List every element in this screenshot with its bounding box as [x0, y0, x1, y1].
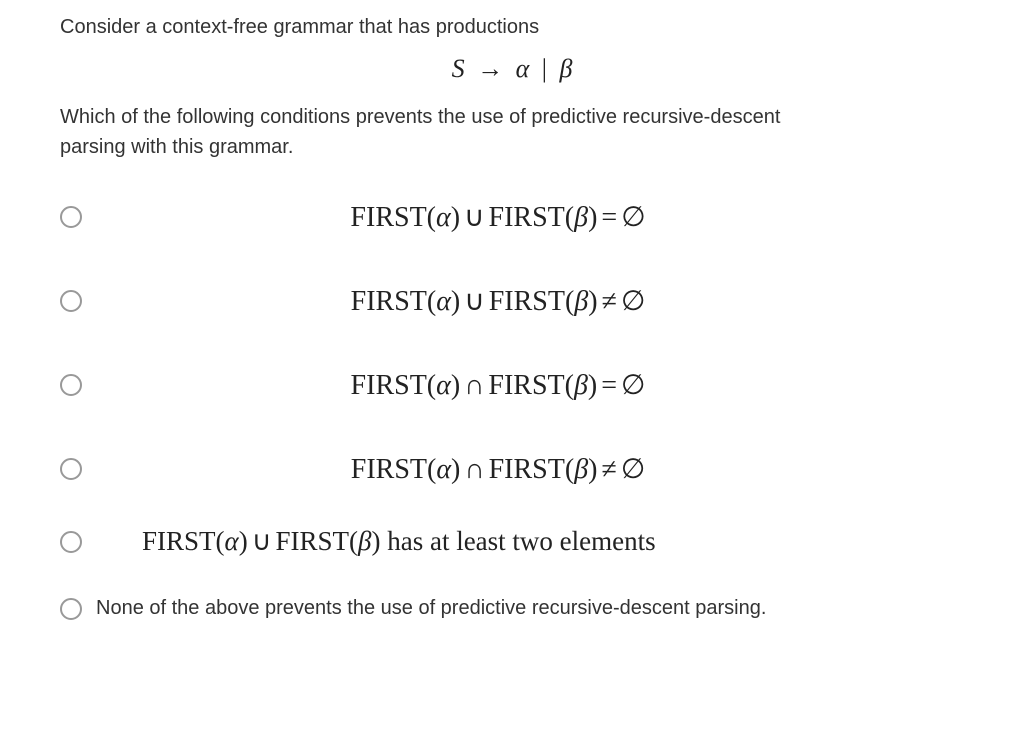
- radio-icon[interactable]: [60, 458, 82, 480]
- option-b[interactable]: FIRST(α)∪FIRST(β)≠∅: [60, 284, 964, 318]
- option-d-text: FIRST(α)∩FIRST(β)≠∅: [82, 452, 964, 486]
- option-c[interactable]: FIRST(α)∩FIRST(β)=∅: [60, 368, 964, 402]
- option-f-text: None of the above prevents the use of pr…: [96, 597, 766, 620]
- equals-op: =: [597, 202, 621, 233]
- radio-icon[interactable]: [60, 598, 82, 620]
- option-e-tail: has at least two elements: [380, 526, 655, 556]
- beta-var: β: [574, 454, 588, 485]
- radio-icon[interactable]: [60, 531, 82, 553]
- intersect-op: ∩: [460, 454, 488, 485]
- union-op: ∪: [248, 526, 276, 556]
- option-c-text: FIRST(α)∩FIRST(β)=∅: [82, 368, 964, 402]
- production-rhs2: β: [559, 54, 572, 83]
- first-func: FIRST: [351, 454, 427, 485]
- first-func: FIRST: [489, 454, 565, 485]
- empty-set: ∅: [621, 286, 645, 317]
- union-op: ∪: [460, 286, 489, 317]
- option-a[interactable]: FIRST(α)∪FIRST(β)=∅: [60, 200, 964, 234]
- intersect-op: ∩: [460, 370, 488, 401]
- production-arrow: →: [471, 54, 509, 83]
- beta-var: β: [574, 286, 588, 317]
- beta-var: β: [358, 526, 371, 556]
- first-func: FIRST: [488, 370, 564, 401]
- union-op: ∪: [460, 202, 489, 233]
- empty-set: ∅: [621, 454, 645, 485]
- alpha-var: α: [225, 526, 239, 556]
- question-intro: Consider a context-free grammar that has…: [60, 12, 964, 42]
- first-func: FIRST: [351, 286, 427, 317]
- option-b-text: FIRST(α)∪FIRST(β)≠∅: [82, 284, 964, 318]
- production-rhs1: α: [516, 54, 530, 83]
- production-lhs: S: [452, 54, 465, 83]
- empty-set: ∅: [621, 202, 645, 233]
- first-func: FIRST: [489, 202, 565, 233]
- option-d[interactable]: FIRST(α)∩FIRST(β)≠∅: [60, 452, 964, 486]
- first-func: FIRST: [350, 202, 426, 233]
- not-equals-op: ≠: [597, 454, 620, 485]
- alpha-var: α: [436, 454, 451, 485]
- question-tail-line1: Which of the following conditions preven…: [60, 106, 780, 128]
- option-a-text: FIRST(α)∪FIRST(β)=∅: [82, 200, 964, 234]
- option-f[interactable]: None of the above prevents the use of pr…: [60, 597, 964, 620]
- radio-icon[interactable]: [60, 374, 82, 396]
- not-equals-op: ≠: [598, 286, 621, 317]
- production-pipe: |: [536, 54, 553, 83]
- equals-op: =: [597, 370, 621, 401]
- alpha-var: α: [436, 370, 451, 401]
- first-func: FIRST: [275, 526, 349, 556]
- alpha-var: α: [436, 202, 451, 233]
- first-func: FIRST: [489, 286, 565, 317]
- option-e[interactable]: FIRST(α)∪FIRST(β) has at least two eleme…: [60, 526, 964, 557]
- grammar-production: S → α | β: [60, 54, 964, 84]
- first-func: FIRST: [142, 526, 216, 556]
- radio-icon[interactable]: [60, 290, 82, 312]
- option-e-text: FIRST(α)∪FIRST(β) has at least two eleme…: [142, 526, 656, 557]
- beta-var: β: [574, 370, 588, 401]
- empty-set: ∅: [621, 370, 645, 401]
- question-tail: Which of the following conditions preven…: [60, 102, 964, 162]
- radio-icon[interactable]: [60, 206, 82, 228]
- question-tail-line2: parsing with this grammar.: [60, 136, 293, 158]
- first-func: FIRST: [351, 370, 427, 401]
- beta-var: β: [574, 202, 588, 233]
- alpha-var: α: [436, 286, 451, 317]
